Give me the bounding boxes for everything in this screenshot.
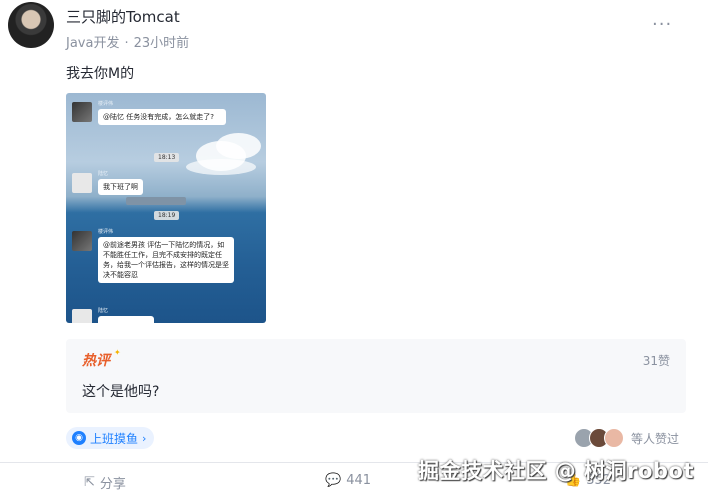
- chat-bubble: 我下班了啊: [98, 179, 143, 195]
- chat-avatar: [72, 173, 92, 193]
- post-text: 我去你M的: [66, 66, 135, 82]
- share-label: 分享: [99, 477, 126, 492]
- chat-name: 楼评伟: [98, 101, 114, 107]
- topic-tag[interactable]: ◉ 上班摸鱼 ›: [66, 427, 155, 449]
- hot-comment-likes: 31赞: [642, 354, 670, 368]
- post-time: 23小时前: [133, 36, 190, 51]
- likers-text: 等人赞过: [631, 431, 680, 446]
- share-button[interactable]: ⇱ 分享: [84, 473, 126, 492]
- chat-name: 陆忆: [98, 171, 109, 177]
- comment-count: 441: [346, 473, 372, 488]
- hot-comment-text: 这个是他吗?: [82, 384, 160, 400]
- topic-icon: ◉: [72, 431, 86, 445]
- cloud-shape: [186, 159, 256, 175]
- chat-bubble: @前途老男孩 评估一下陆忆的情况，如不能胜任工作，且完不成安排的既定任务，给我一…: [98, 237, 234, 283]
- chat-name: 楼评伟: [98, 229, 114, 235]
- meta-separator: ·: [124, 36, 129, 51]
- hot-comment[interactable]: 热评 ✦ 31赞 这个是他吗?: [66, 339, 686, 413]
- comment-button[interactable]: 💬 441: [325, 473, 371, 488]
- watermark: 掘金技术社区 @ 树洞robot: [418, 459, 694, 483]
- chat-time: 18:19: [154, 211, 180, 220]
- post-category[interactable]: Java开发: [66, 36, 119, 51]
- hot-comment-label: 热评: [82, 353, 110, 369]
- topic-label: 上班摸鱼: [90, 431, 139, 446]
- comment-icon: 💬: [325, 473, 342, 488]
- ship-shape: [126, 197, 186, 205]
- cloud-shape: [216, 133, 261, 159]
- post-image[interactable]: 楼评伟 @陆忆 任务没有完成，怎么就走了? 18:13 陆忆 我下班了啊 18:…: [66, 93, 266, 323]
- sparkle-icon: ✦: [114, 348, 121, 357]
- chat-bubble: @陆忆 任务没有完成，怎么就走了?: [98, 109, 226, 125]
- liker-avatar: [604, 428, 624, 448]
- chat-time: 18:13: [154, 153, 180, 162]
- post-meta: Java开发 · 23小时前: [66, 32, 189, 51]
- chat-avatar: [72, 309, 92, 323]
- chat-avatar: [72, 102, 92, 122]
- chat-name: 陆忆: [98, 308, 109, 314]
- chat-avatar: [72, 231, 92, 251]
- chat-bubble: [98, 316, 154, 323]
- more-dots-icon[interactable]: ···: [652, 14, 672, 35]
- likers[interactable]: 等人赞过: [574, 428, 679, 448]
- author-avatar[interactable]: [8, 2, 54, 48]
- chevron-right-icon: ›: [142, 431, 147, 445]
- author-name[interactable]: 三只脚的Tomcat: [66, 6, 180, 27]
- share-icon: ⇱: [84, 475, 95, 490]
